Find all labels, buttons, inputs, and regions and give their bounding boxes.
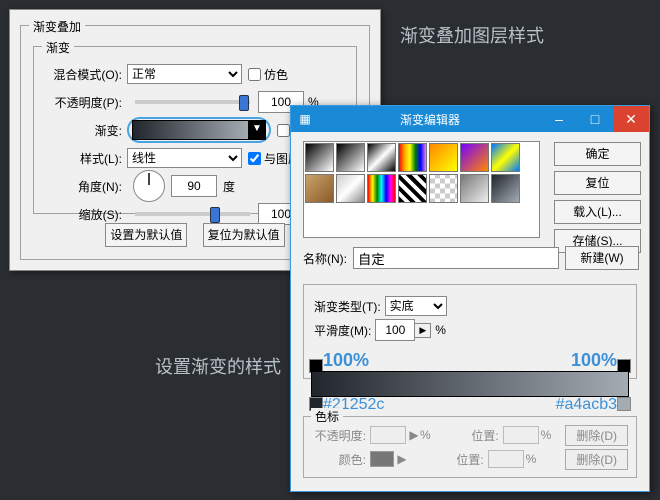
gradient-editor-dialog: ▦ 渐变编辑器 – □ ✕ 确定 复位 载入(L)... 存储(S)... 名称… — [290, 105, 650, 492]
style-select[interactable]: 线性 — [127, 148, 242, 168]
stop-opacity-label: 不透明度: — [312, 427, 370, 444]
preset-swatch[interactable] — [367, 174, 396, 203]
close-icon[interactable]: ✕ — [613, 106, 649, 132]
flyout-icon: ▶ — [396, 452, 408, 466]
preset-swatch[interactable] — [398, 174, 427, 203]
titlebar[interactable]: ▦ 渐变编辑器 – □ ✕ — [291, 106, 649, 132]
flyout-icon: ▶ — [408, 428, 420, 442]
stop-location-label2: 位置: — [430, 451, 488, 468]
preset-swatch[interactable] — [305, 143, 334, 172]
pct: % — [420, 428, 438, 442]
blend-mode-select[interactable]: 正常 — [127, 64, 242, 84]
type-label: 渐变类型(T): — [314, 298, 385, 315]
smooth-label: 平滑度(M): — [314, 322, 375, 339]
inner-group-title: 渐变 — [42, 39, 74, 56]
stop-opacity-input — [370, 426, 406, 444]
color-stop-right[interactable] — [617, 397, 631, 411]
gradient-dropdown-icon[interactable]: ▼ — [249, 120, 266, 140]
type-select[interactable]: 实底 — [385, 296, 447, 316]
anno-set-gradient: 设置渐变的样式 — [155, 353, 281, 379]
pct-label: % — [435, 323, 446, 337]
preset-swatch[interactable] — [305, 174, 334, 203]
preset-swatch[interactable] — [429, 174, 458, 203]
smooth-input[interactable] — [375, 319, 415, 341]
blend-label: 混合模式(O): — [44, 66, 127, 83]
stop-color-swatch — [370, 451, 394, 467]
gradient-presets[interactable] — [303, 141, 540, 238]
callout-right-pct: 100% — [571, 350, 617, 371]
callout-right-hex: #a4acb3 — [556, 396, 617, 414]
angle-input[interactable] — [171, 175, 217, 197]
stops-group: 色标 不透明度: ▶% 位置: % 删除(D) 颜色: ▶ 位置: % 删除(D… — [303, 416, 637, 478]
scale-slider[interactable] — [135, 212, 250, 216]
smooth-flyout-icon[interactable]: ▶ — [414, 323, 431, 338]
stop-location-input — [503, 426, 539, 444]
dither-label: 仿色 — [264, 66, 288, 83]
delete-stop-button: 删除(D) — [565, 425, 628, 446]
pct: % — [541, 428, 559, 442]
preset-swatch[interactable] — [336, 143, 365, 172]
outer-group-title: 渐变叠加 — [29, 18, 85, 35]
gradient-preview[interactable] — [132, 120, 249, 140]
new-button[interactable]: 新建(W) — [565, 246, 639, 270]
anno-style-title: 渐变叠加图层样式 — [400, 22, 544, 48]
stop-location-label: 位置: — [445, 427, 503, 444]
preset-swatch[interactable] — [491, 174, 520, 203]
preset-swatch[interactable] — [460, 143, 489, 172]
window-title: 渐变编辑器 — [319, 111, 541, 128]
ok-button[interactable]: 确定 — [554, 142, 641, 166]
dither-checkbox[interactable] — [248, 68, 261, 81]
preset-swatch[interactable] — [429, 143, 458, 172]
preset-swatch[interactable] — [336, 174, 365, 203]
set-default-button[interactable]: 设置为默认值 — [105, 223, 187, 247]
gradient-label: 渐变: — [44, 122, 127, 139]
load-button[interactable]: 载入(L)... — [554, 200, 641, 224]
angle-dial[interactable] — [133, 170, 165, 202]
callout-left-pct: 100% — [323, 350, 369, 371]
deg-label: 度 — [223, 178, 235, 195]
name-input[interactable] — [353, 247, 559, 269]
maximize-icon[interactable]: □ — [577, 106, 613, 132]
scale-label: 缩放(S): — [44, 206, 127, 223]
style-label: 样式(L): — [44, 150, 127, 167]
preset-swatch[interactable] — [460, 174, 489, 203]
preset-swatch[interactable] — [367, 143, 396, 172]
gradient-bar[interactable] — [311, 371, 629, 397]
app-icon: ▦ — [291, 112, 319, 126]
angle-label: 角度(N): — [44, 178, 127, 195]
opacity-slider[interactable] — [135, 100, 250, 104]
delete-color-button: 删除(D) — [565, 449, 628, 470]
reset-default-button[interactable]: 复位为默认值 — [203, 223, 285, 247]
stops-title: 色标 — [311, 408, 343, 425]
stop-color-label: 颜色: — [312, 451, 370, 468]
preset-swatch[interactable] — [491, 143, 520, 172]
align-checkbox[interactable] — [248, 152, 261, 165]
reverse-checkbox[interactable] — [277, 124, 290, 137]
stop-location-input2 — [488, 450, 524, 468]
minimize-icon[interactable]: – — [541, 106, 577, 132]
name-label: 名称(N): — [303, 250, 347, 267]
preset-swatch[interactable] — [398, 143, 427, 172]
cancel-button[interactable]: 复位 — [554, 171, 641, 195]
pct: % — [526, 452, 544, 466]
gradient-highlight: ▼ — [127, 117, 271, 143]
opacity-label: 不透明度(P): — [44, 94, 127, 111]
